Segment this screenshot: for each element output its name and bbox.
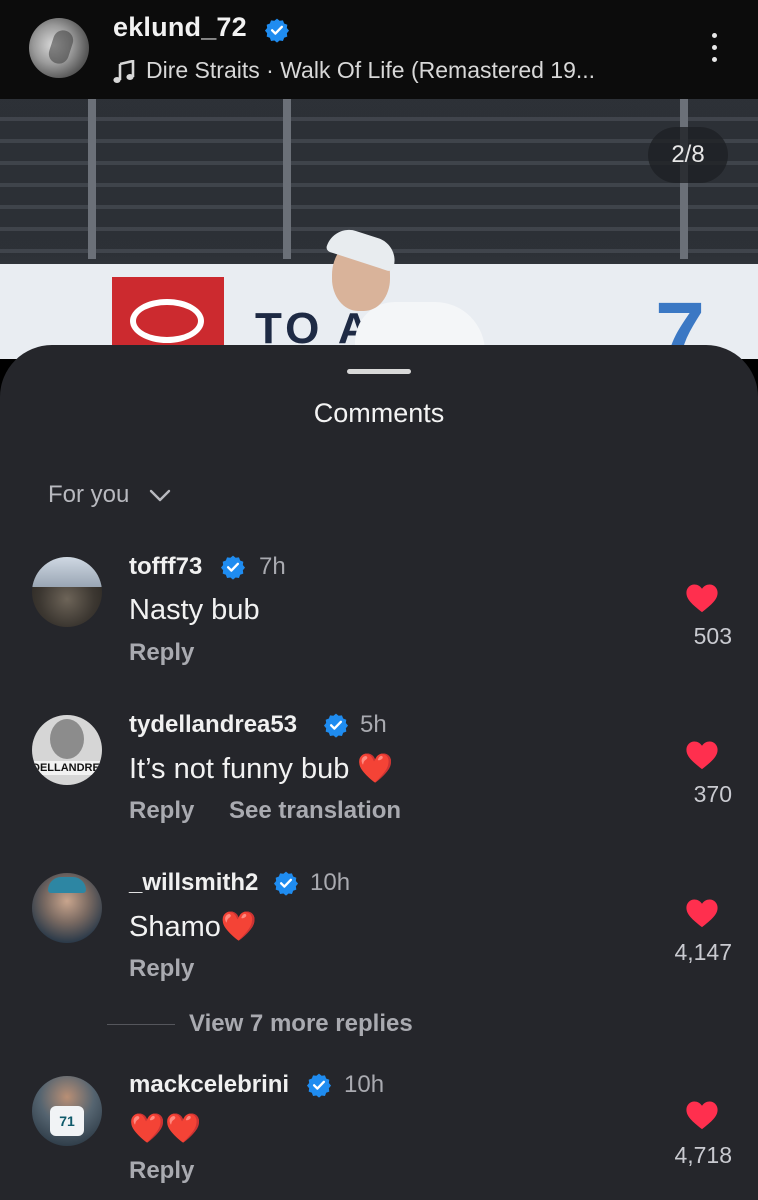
verified-badge-icon bbox=[220, 555, 246, 580]
verified-badge-icon bbox=[306, 1073, 332, 1098]
comment-username[interactable]: tydellandrea53 bbox=[129, 711, 297, 739]
post-header: eklund_72 Dire Straits · Walk Of Life (R… bbox=[0, 0, 758, 99]
like-count: 370 bbox=[693, 781, 732, 807]
comment-avatar[interactable] bbox=[32, 873, 102, 943]
media-counter: 2/8 bbox=[648, 127, 728, 183]
music-note-icon bbox=[113, 60, 135, 83]
song-title[interactable]: Dire Straits · Walk Of Life (Remastered … bbox=[146, 57, 595, 84]
heart-icon[interactable] bbox=[685, 898, 719, 928]
comment-text: It’s not funny bub ❤️ bbox=[129, 753, 394, 785]
reply-button[interactable]: Reply bbox=[129, 797, 194, 825]
sheet-grabber[interactable] bbox=[347, 369, 411, 374]
view-more-replies-button[interactable]: View 7 more replies bbox=[189, 1010, 413, 1038]
reply-button[interactable]: Reply bbox=[129, 1157, 194, 1185]
comment-username[interactable]: tofff73 bbox=[129, 553, 202, 581]
sheet-title: Comments bbox=[313, 398, 445, 428]
comment-avatar[interactable] bbox=[32, 1076, 102, 1146]
comment-time: 10h bbox=[310, 869, 351, 896]
like-count: 4,147 bbox=[674, 939, 732, 965]
comment-text: ❤️❤️ bbox=[129, 1113, 202, 1145]
verified-badge-icon bbox=[264, 18, 290, 43]
comment-avatar[interactable] bbox=[32, 715, 102, 785]
comment-username[interactable]: mackcelebrini bbox=[129, 1071, 289, 1099]
comment-filter-label[interactable]: For you bbox=[48, 481, 129, 509]
comment-time: 7h bbox=[259, 553, 286, 580]
reply-button[interactable]: Reply bbox=[129, 955, 194, 983]
more-vertical-icon[interactable] bbox=[704, 33, 724, 69]
comment-time: 10h bbox=[344, 1071, 385, 1098]
chevron-down-icon[interactable] bbox=[148, 488, 172, 504]
author-username[interactable]: eklund_72 bbox=[113, 12, 247, 43]
reply-button[interactable]: Reply bbox=[129, 639, 194, 667]
like-count: 503 bbox=[693, 623, 732, 649]
post-photo[interactable]: TO A 7 72 2/8 bbox=[0, 99, 758, 359]
see-translation-button[interactable]: See translation bbox=[229, 797, 401, 825]
comment-username[interactable]: _willsmith2 bbox=[129, 869, 258, 897]
comment-text: Nasty bub bbox=[129, 594, 260, 626]
comment-text: Shamo❤️ bbox=[129, 911, 257, 943]
like-count: 4,718 bbox=[674, 1142, 732, 1168]
heart-icon[interactable] bbox=[685, 583, 719, 613]
comment-avatar[interactable] bbox=[32, 557, 102, 627]
heart-icon[interactable] bbox=[685, 1100, 719, 1130]
heart-icon[interactable] bbox=[685, 740, 719, 770]
comment-time: 5h bbox=[360, 711, 387, 738]
verified-badge-icon bbox=[323, 713, 349, 738]
replies-divider bbox=[107, 1024, 175, 1025]
author-avatar[interactable] bbox=[29, 18, 89, 78]
verified-badge-icon bbox=[273, 871, 299, 896]
